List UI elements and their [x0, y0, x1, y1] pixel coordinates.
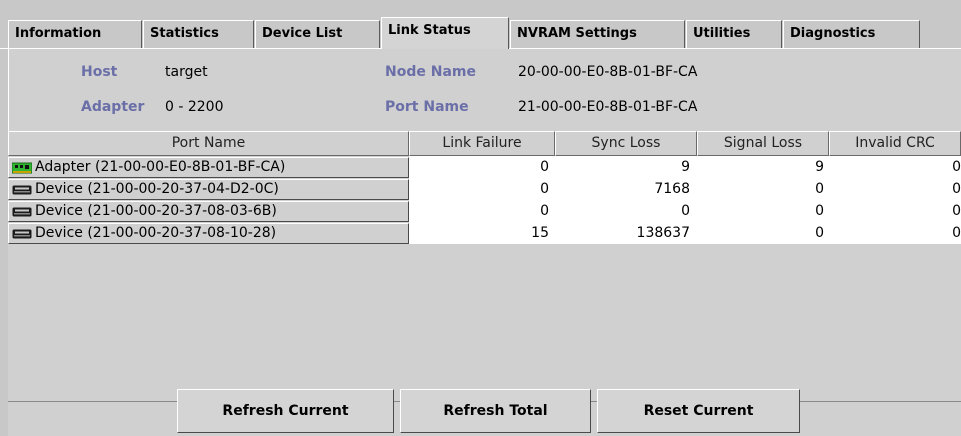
invalid-crc-cell: 0: [952, 159, 961, 175]
link-failure-cell: 0: [540, 181, 549, 197]
tab-information[interactable]: Information: [8, 20, 142, 48]
column-header-port-name[interactable]: Port Name: [8, 131, 409, 156]
disk-device-icon: [12, 185, 32, 195]
sync-loss-cell: 138637: [636, 225, 690, 241]
adapter-value: 0 - 2200: [165, 99, 224, 115]
port-name-cell: Device (21-00-00-20-37-08-03-6B): [35, 203, 277, 219]
port-name-cell: Device (21-00-00-20-37-04-D2-0C): [35, 181, 279, 197]
sync-loss-cell: 9: [681, 159, 690, 175]
port-name-cell: Device (21-00-00-20-37-08-10-28): [35, 225, 277, 241]
link-status-table: Port Name Link Failure Sync Loss Signal …: [8, 131, 961, 401]
port-name-label: Port Name: [385, 99, 469, 115]
node-name-label: Node Name: [385, 64, 476, 80]
reset-current-button[interactable]: Reset Current: [597, 389, 800, 433]
invalid-crc-cell: 0: [952, 225, 961, 241]
link-failure-cell: 0: [540, 203, 549, 219]
signal-loss-cell: 0: [815, 225, 824, 241]
signal-loss-cell: 9: [815, 159, 824, 175]
adapter-card-icon: [12, 162, 32, 174]
tab-utilities[interactable]: Utilities: [686, 20, 782, 48]
link-failure-cell: 0: [540, 159, 549, 175]
tab-nvram-settings[interactable]: NVRAM Settings: [510, 20, 685, 48]
tab-diagnostics[interactable]: Diagnostics: [783, 20, 920, 48]
tab-device-list[interactable]: Device List: [255, 20, 380, 48]
column-header-link-failure[interactable]: Link Failure: [409, 131, 555, 156]
table-row[interactable]: Device (21-00-00-20-37-04-D2-0C): [8, 179, 409, 200]
tab-bar: Information Statistics Device List Link …: [0, 0, 961, 56]
column-header-signal-loss[interactable]: Signal Loss: [697, 131, 829, 156]
column-header-invalid-crc[interactable]: Invalid CRC: [829, 131, 961, 156]
refresh-current-button[interactable]: Refresh Current: [177, 389, 394, 433]
table-row[interactable]: Device (21-00-00-20-37-08-10-28): [8, 223, 409, 244]
tab-statistics[interactable]: Statistics: [143, 20, 254, 48]
invalid-crc-cell: 0: [952, 203, 961, 219]
node-name-value: 20-00-00-E0-8B-01-BF-CA: [518, 64, 698, 80]
host-label: Host: [81, 64, 118, 80]
port-name-value: 21-00-00-E0-8B-01-BF-CA: [518, 99, 698, 115]
refresh-total-button[interactable]: Refresh Total: [400, 389, 591, 433]
port-name-cell: Adapter (21-00-00-E0-8B-01-BF-CA): [35, 159, 286, 175]
invalid-crc-cell: 0: [952, 181, 961, 197]
tab-link-status[interactable]: Link Status: [381, 17, 509, 49]
adapter-label: Adapter: [81, 99, 145, 115]
disk-device-icon: [12, 229, 32, 239]
disk-device-icon: [12, 207, 32, 217]
table-row[interactable]: Device (21-00-00-20-37-08-03-6B): [8, 201, 409, 222]
signal-loss-cell: 0: [815, 203, 824, 219]
column-header-sync-loss[interactable]: Sync Loss: [555, 131, 697, 156]
sync-loss-cell: 0: [681, 203, 690, 219]
sync-loss-cell: 7168: [654, 181, 690, 197]
table-row[interactable]: Adapter (21-00-00-E0-8B-01-BF-CA): [8, 157, 409, 178]
signal-loss-cell: 0: [815, 181, 824, 197]
link-failure-cell: 15: [531, 225, 549, 241]
host-value: target: [165, 64, 208, 80]
